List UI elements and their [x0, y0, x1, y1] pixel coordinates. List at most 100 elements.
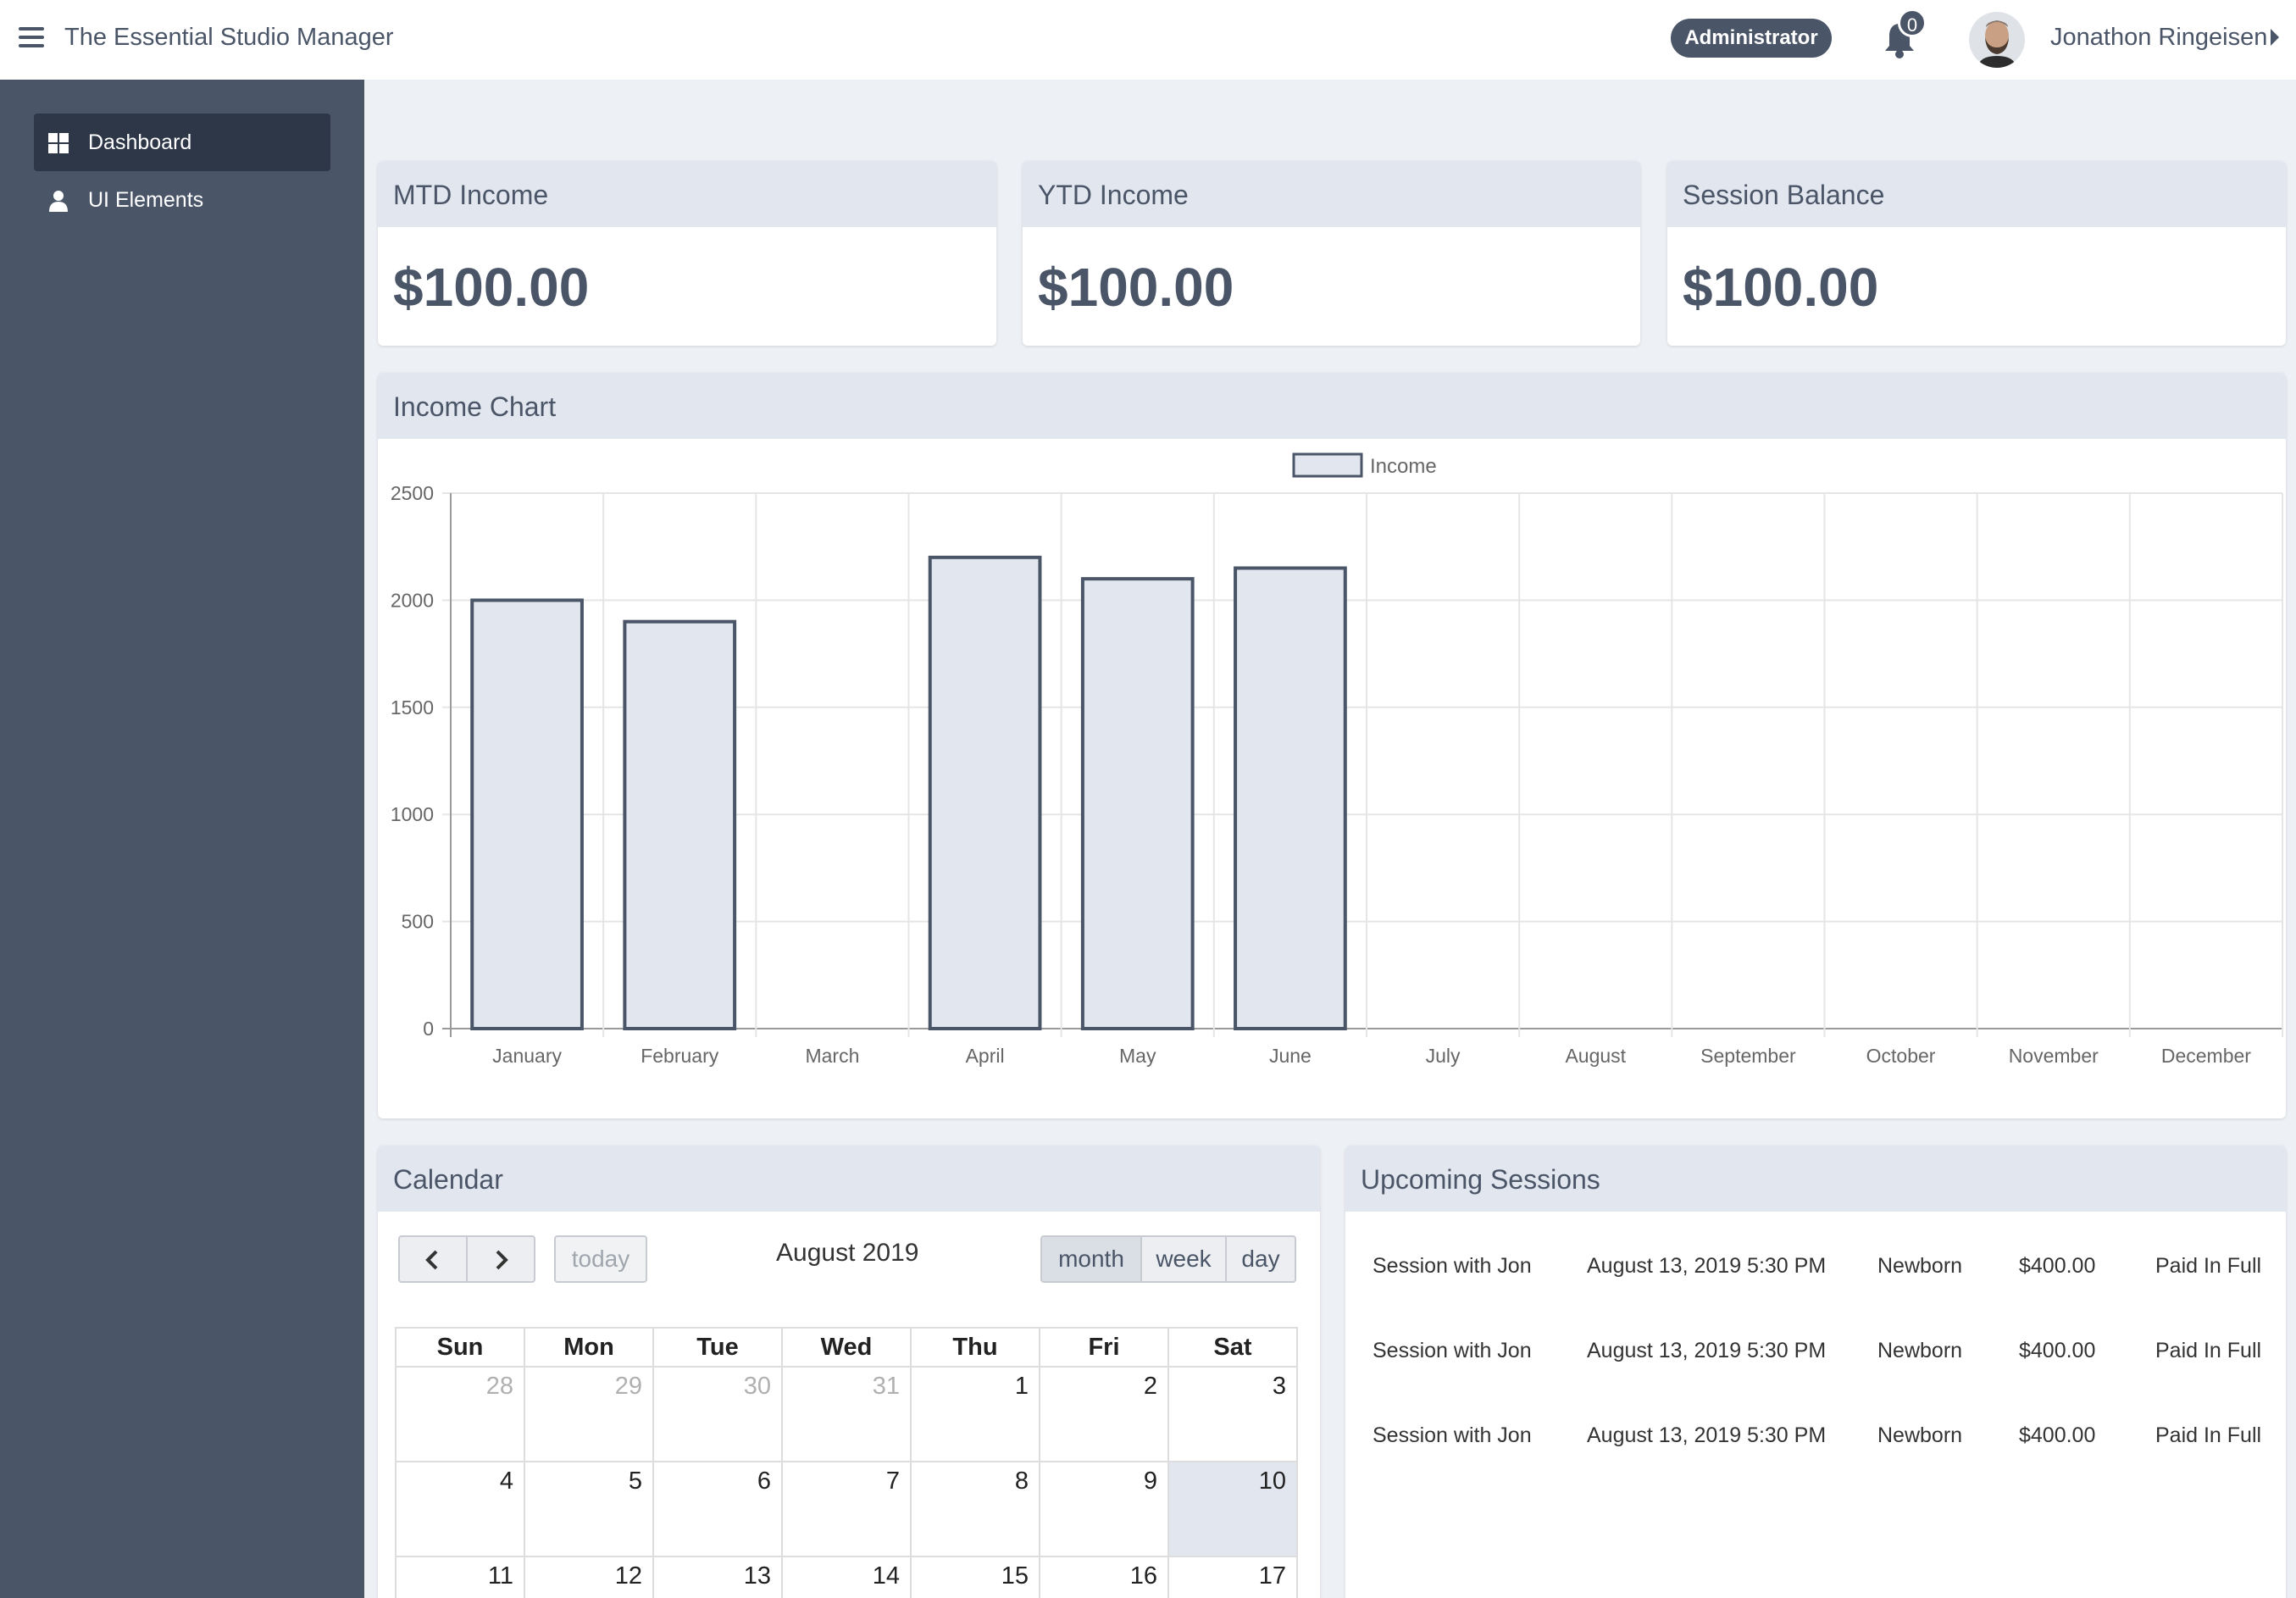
session-row[interactable]: Session with Jon August 13, 2019 5:30 PM N…	[1345, 1325, 2286, 1376]
caret-right-icon[interactable]	[2271, 29, 2279, 46]
stat-value: $100.00	[1683, 257, 1879, 318]
calendar-week-row: 28 29 30 31 1 2 3	[395, 1366, 1298, 1462]
y-tick-label: 1000	[391, 803, 434, 825]
x-tick-label: May	[1119, 1045, 1156, 1067]
calendar-view-month-button[interactable]: month	[1040, 1235, 1142, 1283]
session-status: Paid In Full	[2155, 1339, 2262, 1362]
calendar-day[interactable]: 4	[395, 1461, 525, 1557]
calendar-day[interactable]: 14	[781, 1556, 912, 1598]
app-title: The Essential Studio Manager	[64, 24, 394, 51]
calendar-month-grid: Sun Mon Tue Wed Thu Fri Sat 28 29 30 31 1 2 3 4 5 6 7 8 9 1…	[395, 1327, 1298, 1598]
calendar-day[interactable]: 2	[1039, 1366, 1169, 1462]
session-type: Newborn	[1877, 1254, 1963, 1278]
calendar-day[interactable]: 1	[910, 1366, 1040, 1462]
session-date: August 13, 2019 5:30 PM	[1587, 1339, 1827, 1362]
calendar-day[interactable]: 11	[395, 1556, 525, 1598]
session-type: Newborn	[1877, 1423, 1963, 1447]
upcoming-sessions-card: Upcoming Sessions Session with Jon August…	[1345, 1146, 2286, 1598]
weekday-header: Fri	[1039, 1327, 1169, 1368]
stat-card-ytd-income: YTD Income $100.00	[1023, 161, 1640, 346]
income-chart-card: Income Chart 0 500 1000 1500 2000 2500 January…	[378, 373, 2286, 1118]
legend-swatch	[1292, 452, 1363, 478]
stat-card-mtd-income: MTD Income $100.00	[378, 161, 996, 346]
session-status: Paid In Full	[2155, 1423, 2262, 1447]
income-bar-chart: 0 500 1000 1500 2000 2500 January February March…	[391, 452, 2283, 1067]
top-bar: The Essential Studio Manager Administrat…	[0, 0, 2296, 80]
calendar-week-row: 4 5 6 7 8 9 10	[395, 1461, 1298, 1557]
session-amount: $400.00	[2019, 1254, 2096, 1278]
calendar-day-today[interactable]: 10	[1167, 1461, 1298, 1557]
x-tick-label: July	[1426, 1045, 1461, 1067]
x-tick-label: November	[2009, 1045, 2099, 1067]
notification-count-badge: 0	[1898, 8, 1927, 37]
sidebar-item-ui-elements[interactable]: UI Elements	[34, 171, 330, 229]
calendar-view-week-button[interactable]: week	[1140, 1235, 1227, 1283]
weekday-header: Wed	[781, 1327, 912, 1368]
calendar-month-label: August 2019	[776, 1239, 919, 1267]
y-tick-label: 500	[402, 911, 434, 933]
card-title: Upcoming Sessions	[1361, 1164, 1600, 1195]
calendar-day[interactable]: 15	[910, 1556, 1040, 1598]
calendar-day[interactable]: 13	[652, 1556, 783, 1598]
y-tick-label: 0	[423, 1018, 434, 1040]
session-status: Paid In Full	[2155, 1254, 2262, 1278]
avatar[interactable]	[1969, 12, 2025, 68]
calendar-day[interactable]: 12	[524, 1556, 654, 1598]
session-date: August 13, 2019 5:30 PM	[1587, 1254, 1827, 1278]
session-amount: $400.00	[2019, 1339, 2096, 1362]
x-tick-label: August	[1565, 1045, 1626, 1067]
weekday-header: Sat	[1167, 1327, 1298, 1368]
stat-card-session-balance: Session Balance $100.00	[1667, 161, 2286, 346]
stat-value: $100.00	[393, 257, 590, 318]
calendar-day[interactable]: 17	[1167, 1556, 1298, 1598]
calendar-next-button[interactable]	[466, 1235, 535, 1283]
x-tick-label: December	[2161, 1045, 2251, 1067]
hamburger-menu-icon[interactable]	[19, 27, 44, 47]
session-row[interactable]: Session with Jon August 13, 2019 5:30 PM N…	[1345, 1240, 2286, 1291]
session-amount: $400.00	[2019, 1423, 2096, 1447]
calendar-day[interactable]: 29	[524, 1366, 654, 1462]
calendar-today-button[interactable]: today	[554, 1235, 647, 1283]
chevron-right-icon	[496, 1250, 508, 1270]
weekday-header: Mon	[524, 1327, 654, 1368]
calendar-view-day-button[interactable]: day	[1225, 1235, 1296, 1283]
calendar-day[interactable]: 9	[1039, 1461, 1169, 1557]
calendar-day[interactable]: 8	[910, 1461, 1040, 1557]
sidebar-item-label: Dashboard	[88, 130, 192, 154]
session-name: Session with Jon	[1373, 1339, 1532, 1362]
y-tick-label: 1500	[391, 696, 434, 719]
calendar-day[interactable]: 6	[652, 1461, 783, 1557]
card-title: MTD Income	[393, 180, 549, 210]
sidebar-item-dashboard[interactable]: Dashboard	[34, 114, 330, 171]
calendar-day[interactable]: 3	[1167, 1366, 1298, 1462]
calendar-card: Calendar today August 2019 month week da…	[378, 1146, 1320, 1598]
user-icon	[49, 191, 68, 212]
calendar-day[interactable]: 31	[781, 1366, 912, 1462]
calendar-day[interactable]: 16	[1039, 1556, 1169, 1598]
user-name[interactable]: Jonathon Ringeisen	[2050, 24, 2267, 52]
weekday-header: Thu	[910, 1327, 1040, 1368]
calendar-prev-button[interactable]	[398, 1235, 468, 1283]
calendar-day[interactable]: 30	[652, 1366, 783, 1462]
x-tick-label: March	[805, 1045, 859, 1067]
dashboard-grid-icon	[48, 133, 69, 153]
card-title: Calendar	[393, 1164, 503, 1195]
x-tick-label: April	[966, 1045, 1005, 1067]
calendar-day[interactable]: 28	[395, 1366, 525, 1462]
calendar-day[interactable]: 7	[781, 1461, 912, 1557]
x-tick-label: June	[1269, 1045, 1312, 1067]
card-title: Session Balance	[1683, 180, 1885, 210]
bar-april	[928, 555, 1042, 1030]
y-tick-label: 2500	[391, 482, 434, 504]
calendar-day[interactable]: 5	[524, 1461, 654, 1557]
sidebar: Dashboard UI Elements	[0, 80, 364, 1598]
chevron-left-icon	[425, 1250, 438, 1270]
y-tick-label: 2000	[391, 589, 434, 611]
calendar-week-row: 11 12 13 14 15 16 17	[395, 1556, 1298, 1598]
role-badge: Administrator	[1671, 19, 1832, 58]
session-name: Session with Jon	[1373, 1423, 1532, 1447]
session-row[interactable]: Session with Jon August 13, 2019 5:30 PM N…	[1345, 1410, 2286, 1461]
session-name: Session with Jon	[1373, 1254, 1532, 1278]
card-title: YTD Income	[1038, 180, 1189, 210]
x-tick-label: February	[641, 1045, 719, 1067]
